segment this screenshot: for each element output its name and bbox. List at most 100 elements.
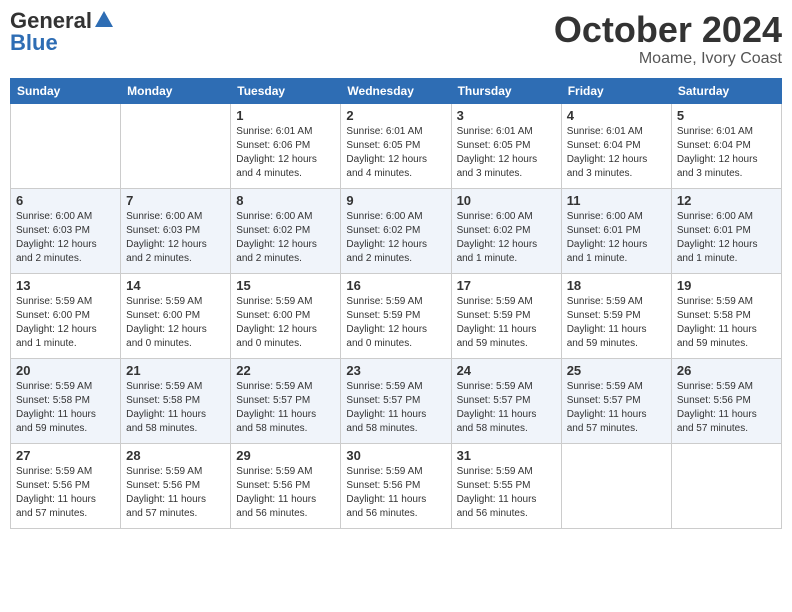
cell-content: Sunrise: 5:59 AMSunset: 5:56 PMDaylight:… — [126, 465, 225, 521]
calendar-cell: 4 Sunrise: 6:01 AMSunset: 6:04 PMDaylight… — [561, 103, 671, 188]
cell-content: Sunrise: 6:00 AMSunset: 6:03 PMDaylight:… — [16, 210, 115, 266]
cell-content: Sunrise: 6:01 AMSunset: 6:04 PMDaylight:… — [567, 125, 666, 181]
cell-content: Sunrise: 6:00 AMSunset: 6:03 PMDaylight:… — [126, 210, 225, 266]
cell-content: Sunrise: 5:59 AMSunset: 5:57 PMDaylight:… — [457, 380, 556, 436]
calendar-header-row: SundayMondayTuesdayWednesdayThursdayFrid… — [11, 78, 782, 103]
calendar-cell: 20Sunrise: 5:59 AMSunset: 5:58 PMDayligh… — [11, 358, 121, 443]
cell-content: Sunrise: 5:59 AMSunset: 5:55 PMDaylight:… — [457, 465, 556, 521]
day-number: 4 — [567, 108, 666, 123]
cell-content: Sunrise: 5:59 AMSunset: 5:56 PMDaylight:… — [236, 465, 335, 521]
cell-content: Sunrise: 6:00 AMSunset: 6:02 PMDaylight:… — [236, 210, 335, 266]
logo-triangle-icon — [95, 11, 113, 27]
calendar-cell: 9Sunrise: 6:00 AMSunset: 6:02 PMDaylight… — [341, 188, 451, 273]
cell-content: Sunrise: 5:59 AMSunset: 5:57 PMDaylight:… — [236, 380, 335, 436]
cell-content: Sunrise: 5:59 AMSunset: 5:59 PMDaylight:… — [567, 295, 666, 351]
calendar-cell: 19 Sunrise: 5:59 AMSunset: 5:58 PMDayligh… — [671, 273, 781, 358]
cell-content: Sunrise: 5:59 AMSunset: 6:00 PMDaylight:… — [16, 295, 115, 351]
calendar-cell: 1 Sunrise: 6:01 AMSunset: 6:06 PMDaylight… — [231, 103, 341, 188]
calendar-cell — [671, 443, 781, 528]
location-subtitle: Moame, Ivory Coast — [554, 50, 782, 68]
day-header-tuesday: Tuesday — [231, 78, 341, 103]
day-number: 17 — [457, 278, 556, 293]
cell-content: Sunrise: 6:01 AMSunset: 6:05 PMDaylight:… — [457, 125, 556, 181]
calendar-week-1: 1 Sunrise: 6:01 AMSunset: 6:06 PMDaylight… — [11, 103, 782, 188]
cell-content: Sunrise: 5:59 AMSunset: 5:58 PMDaylight:… — [126, 380, 225, 436]
logo-general-text: General — [10, 10, 92, 32]
day-number: 26 — [677, 363, 776, 378]
cell-content: Sunrise: 5:59 AMSunset: 6:00 PMDaylight:… — [236, 295, 335, 351]
day-number: 11 — [567, 193, 666, 208]
page-header: General Blue October 2024 Moame, Ivory C… — [10, 10, 782, 68]
calendar-cell: 18 Sunrise: 5:59 AMSunset: 5:59 PMDayligh… — [561, 273, 671, 358]
day-header-friday: Friday — [561, 78, 671, 103]
day-number: 19 — [677, 278, 776, 293]
cell-content: Sunrise: 5:59 AMSunset: 5:59 PMDaylight:… — [346, 295, 445, 351]
cell-content: Sunrise: 5:59 AMSunset: 5:56 PMDaylight:… — [677, 380, 776, 436]
calendar-cell: 31 Sunrise: 5:59 AMSunset: 5:55 PMDayligh… — [451, 443, 561, 528]
calendar-cell: 7Sunrise: 6:00 AMSunset: 6:03 PMDaylight… — [121, 188, 231, 273]
day-number: 18 — [567, 278, 666, 293]
calendar-cell: 11Sunrise: 6:00 AMSunset: 6:01 PMDayligh… — [561, 188, 671, 273]
day-number: 8 — [236, 193, 335, 208]
day-number: 23 — [346, 363, 445, 378]
day-number: 20 — [16, 363, 115, 378]
cell-content: Sunrise: 6:00 AMSunset: 6:02 PMDaylight:… — [457, 210, 556, 266]
title-area: October 2024 Moame, Ivory Coast — [554, 10, 782, 68]
calendar-cell: 10 Sunrise: 6:00 AMSunset: 6:02 PMDayligh… — [451, 188, 561, 273]
day-number: 25 — [567, 363, 666, 378]
month-title: October 2024 — [554, 10, 782, 50]
logo: General Blue — [10, 10, 113, 54]
day-number: 22 — [236, 363, 335, 378]
calendar-cell: 24 Sunrise: 5:59 AMSunset: 5:57 PMDayligh… — [451, 358, 561, 443]
cell-content: Sunrise: 6:01 AMSunset: 6:05 PMDaylight:… — [346, 125, 445, 181]
day-number: 14 — [126, 278, 225, 293]
day-number: 24 — [457, 363, 556, 378]
calendar-cell: 17 Sunrise: 5:59 AMSunset: 5:59 PMDayligh… — [451, 273, 561, 358]
logo-blue-text: Blue — [10, 32, 58, 54]
calendar-cell: 30 Sunrise: 5:59 AMSunset: 5:56 PMDayligh… — [341, 443, 451, 528]
cell-content: Sunrise: 5:59 AMSunset: 5:56 PMDaylight:… — [346, 465, 445, 521]
calendar-cell: 12 Sunrise: 6:00 AMSunset: 6:01 PMDayligh… — [671, 188, 781, 273]
day-header-sunday: Sunday — [11, 78, 121, 103]
day-number: 30 — [346, 448, 445, 463]
calendar-cell: 22 Sunrise: 5:59 AMSunset: 5:57 PMDayligh… — [231, 358, 341, 443]
day-number: 16 — [346, 278, 445, 293]
calendar-cell: 2Sunrise: 6:01 AMSunset: 6:05 PMDaylight… — [341, 103, 451, 188]
calendar-cell: 29Sunrise: 5:59 AMSunset: 5:56 PMDayligh… — [231, 443, 341, 528]
day-number: 28 — [126, 448, 225, 463]
calendar-cell: 14Sunrise: 5:59 AMSunset: 6:00 PMDayligh… — [121, 273, 231, 358]
day-header-wednesday: Wednesday — [341, 78, 451, 103]
calendar-cell: 27Sunrise: 5:59 AMSunset: 5:56 PMDayligh… — [11, 443, 121, 528]
calendar-table: SundayMondayTuesdayWednesdayThursdayFrid… — [10, 78, 782, 529]
calendar-week-5: 27 Sunrise: 5:59 AMSunset: 5:56 PMDayligh… — [11, 443, 782, 528]
calendar-cell: 8 Sunrise: 6:00 AMSunset: 6:02 PMDaylight… — [231, 188, 341, 273]
day-number: 1 — [236, 108, 335, 123]
calendar-cell: 15 Sunrise: 5:59 AMSunset: 6:00 PMDayligh… — [231, 273, 341, 358]
calendar-cell: 6 Sunrise: 6:00 AMSunset: 6:03 PMDaylight… — [11, 188, 121, 273]
day-number: 5 — [677, 108, 776, 123]
day-header-saturday: Saturday — [671, 78, 781, 103]
calendar-cell: 28 Sunrise: 5:59 AMSunset: 5:56 PMDayligh… — [121, 443, 231, 528]
cell-content: Sunrise: 6:01 AMSunset: 6:04 PMDaylight:… — [677, 125, 776, 181]
calendar-week-3: 13 Sunrise: 5:59 AMSunset: 6:00 PMDayligh… — [11, 273, 782, 358]
cell-content: Sunrise: 5:59 AMSunset: 5:59 PMDaylight:… — [457, 295, 556, 351]
calendar-cell: 26 Sunrise: 5:59 AMSunset: 5:56 PMDayligh… — [671, 358, 781, 443]
cell-content: Sunrise: 6:00 AMSunset: 6:01 PMDaylight:… — [677, 210, 776, 266]
day-number: 31 — [457, 448, 556, 463]
calendar-cell: 3Sunrise: 6:01 AMSunset: 6:05 PMDaylight… — [451, 103, 561, 188]
calendar-cell: 5 Sunrise: 6:01 AMSunset: 6:04 PMDaylight… — [671, 103, 781, 188]
day-number: 15 — [236, 278, 335, 293]
day-number: 12 — [677, 193, 776, 208]
calendar-cell — [11, 103, 121, 188]
day-header-monday: Monday — [121, 78, 231, 103]
calendar-cell: 21Sunrise: 5:59 AMSunset: 5:58 PMDayligh… — [121, 358, 231, 443]
calendar-cell: 23Sunrise: 5:59 AMSunset: 5:57 PMDayligh… — [341, 358, 451, 443]
cell-content: Sunrise: 6:01 AMSunset: 6:06 PMDaylight:… — [236, 125, 335, 181]
day-number: 13 — [16, 278, 115, 293]
calendar-week-2: 6 Sunrise: 6:00 AMSunset: 6:03 PMDaylight… — [11, 188, 782, 273]
day-number: 6 — [16, 193, 115, 208]
day-number: 27 — [16, 448, 115, 463]
day-number: 10 — [457, 193, 556, 208]
calendar-cell — [121, 103, 231, 188]
cell-content: Sunrise: 5:59 AMSunset: 5:58 PMDaylight:… — [677, 295, 776, 351]
